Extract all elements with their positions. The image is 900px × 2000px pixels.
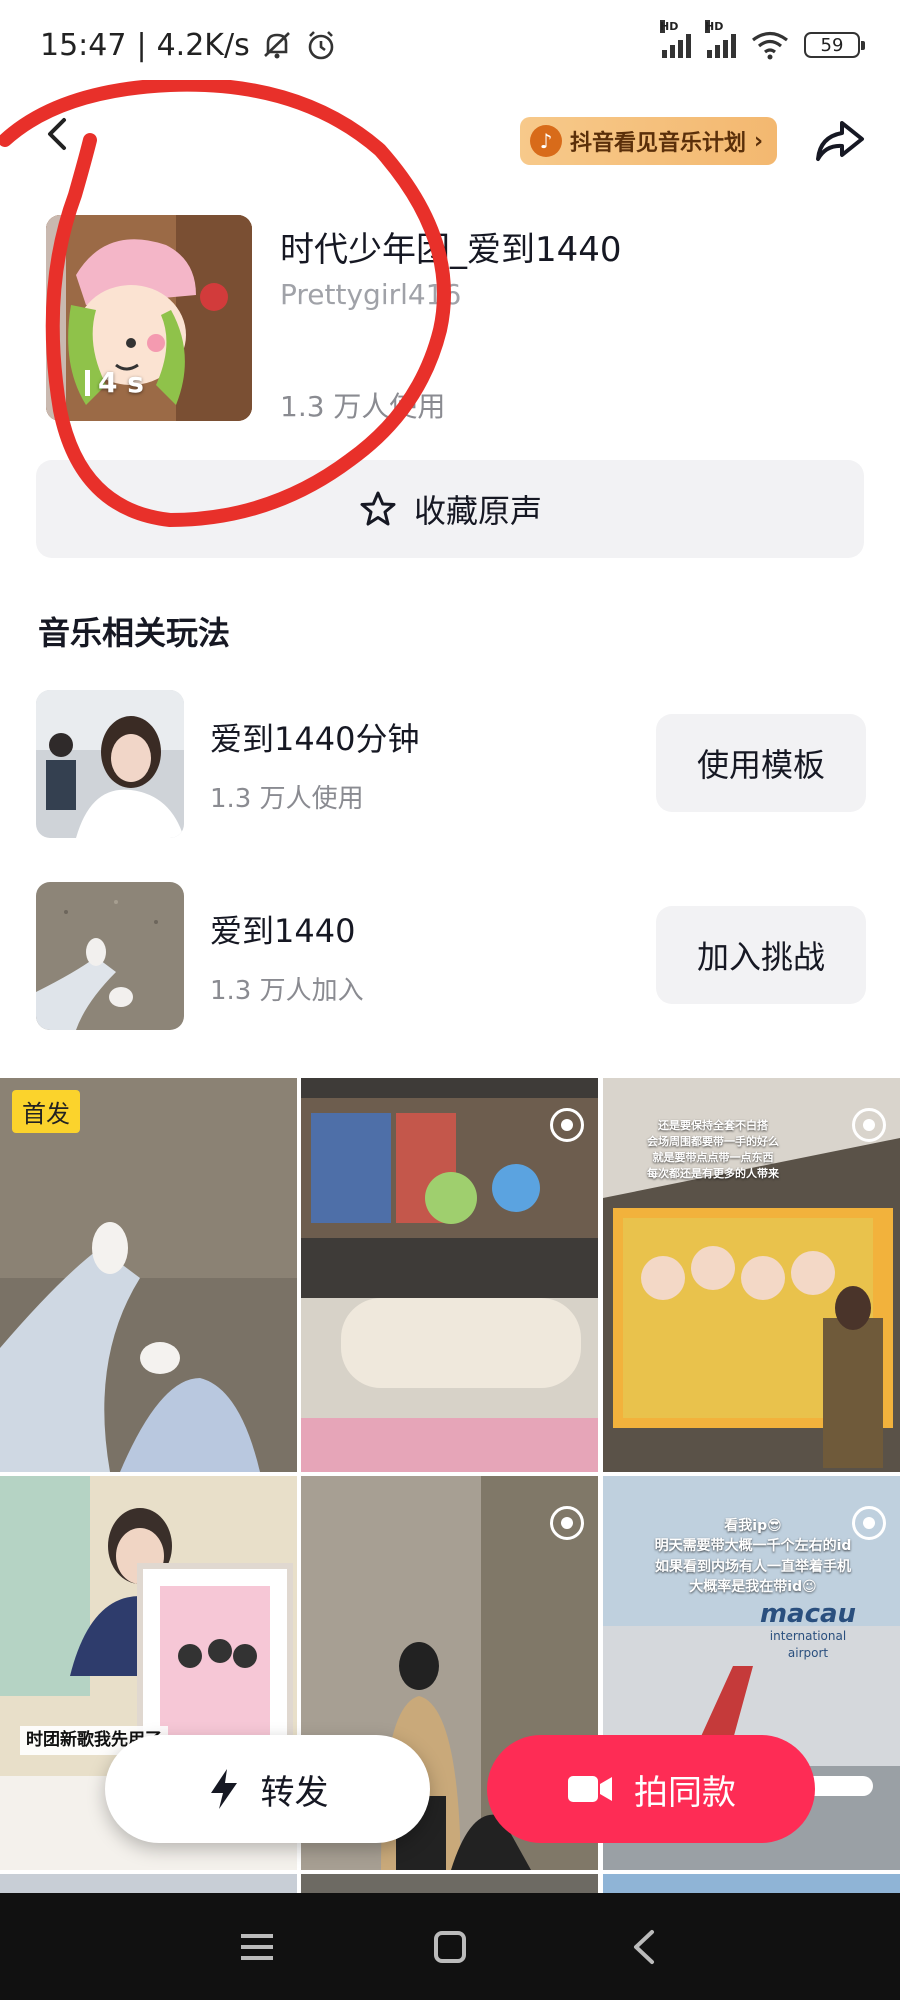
wifi-icon [752, 31, 788, 60]
battery-level: 59 [820, 34, 844, 56]
video-thumbnail [0, 1078, 297, 1472]
cover-illustration [46, 215, 252, 421]
battery-icon: 59 [804, 32, 865, 58]
top-bar: ♪ 抖音看见音乐计划 › [0, 105, 900, 175]
caption-line: 大概率是我在带id😉 [689, 1578, 817, 1595]
airport-sign: international airport [769, 1629, 847, 1661]
menu-nav-button[interactable] [227, 1917, 287, 1977]
alarm-icon [308, 31, 334, 60]
back-nav-button[interactable] [613, 1917, 673, 1977]
status-bar: 15:47 | 4.2K/s HD HD 59 [0, 0, 900, 90]
related-thumbnail [36, 690, 184, 838]
caption-line: 明天需要带大概一千个左右的id [654, 1538, 852, 1555]
music-title: 时代少年团_爱到1440 [280, 230, 622, 270]
caption-line: 每次都还是有更多的人带来 [647, 1166, 779, 1180]
related-thumb-image [36, 690, 184, 838]
related-subtitle: 1.3 万人加入 [210, 976, 364, 1006]
caption-line: 看我ip😎 [724, 1518, 782, 1534]
video-cell[interactable]: 还是要保持全套不白搭 会场周围都要带一手的好么 就是要带点点带一点东西 每次都还… [603, 1078, 900, 1472]
related-item-challenge[interactable]: 爱到1440 1.3 万人加入 加入挑战 [36, 882, 866, 1032]
caption-line: 还是要保持全套不白搭 [658, 1119, 768, 1132]
forward-button[interactable]: 转发 [105, 1735, 430, 1843]
related-item-template[interactable]: 爱到1440分钟 1.3 万人使用 使用模板 [36, 690, 866, 840]
music-author[interactable]: Prettygirl416 [280, 278, 461, 311]
favorite-sound-label: 收藏原声 [413, 492, 542, 530]
signal-hd-label: HD [660, 20, 679, 33]
network-speed: 4.2K/s [156, 27, 250, 63]
status-time: 15:47 [40, 27, 127, 63]
video-caption: 还是要保持全套不白搭 会场周围都要带一手的好么 就是要带点点带一点东西 每次都还… [623, 1118, 803, 1182]
join-challenge-button[interactable]: 加入挑战 [656, 906, 866, 1004]
shoot-same-button[interactable]: 拍同款 [487, 1735, 815, 1843]
lightning-icon [210, 1769, 237, 1809]
video-camera-icon [568, 1776, 612, 1802]
shoot-same-label: 拍同款 [634, 1772, 736, 1813]
menu-icon [240, 1933, 273, 1960]
mute-icon [263, 32, 290, 59]
use-template-button[interactable]: 使用模板 [656, 714, 866, 812]
star-icon [360, 491, 396, 526]
system-nav-bar [0, 1893, 900, 2000]
related-thumbnail [36, 882, 184, 1030]
back-button[interactable] [38, 113, 88, 163]
favorite-sound-button[interactable]: 收藏原声 [36, 460, 864, 558]
live-photo-icon [852, 1506, 886, 1540]
related-title: 爱到1440分钟 [210, 720, 420, 758]
back-nav-icon [634, 1929, 655, 1964]
chevron-right-icon: › [754, 128, 764, 154]
status-left: 15:47 | 4.2K/s [40, 28, 338, 63]
back-arrow-icon [48, 118, 66, 150]
live-photo-icon [550, 1108, 584, 1142]
first-release-tag: 首发 [12, 1090, 80, 1133]
related-section-title: 音乐相关玩法 [38, 614, 231, 652]
status-divider: | [136, 27, 147, 63]
video-cell[interactable] [301, 1078, 598, 1472]
share-icon [816, 121, 864, 161]
caption-line: 就是要带点点带一点东西 [652, 1150, 774, 1164]
live-photo-icon [550, 1506, 584, 1540]
related-thumb-image [36, 882, 184, 1030]
play-bar-icon [85, 369, 90, 396]
related-title: 爱到1440 [210, 912, 356, 950]
music-note-icon: ♪ [530, 125, 562, 157]
signal-icon: HD [660, 20, 691, 58]
music-plan-label: 抖音看见音乐计划 [570, 131, 747, 156]
video-cell[interactable]: 首发 [0, 1078, 297, 1472]
share-button[interactable] [812, 113, 868, 169]
music-cover[interactable]: 4 s [46, 215, 252, 421]
signal-hd-label-2: HD [705, 20, 724, 33]
related-subtitle: 1.3 万人使用 [210, 784, 364, 814]
home-nav-button[interactable] [420, 1917, 480, 1977]
video-caption: 看我ip😎 明天需要带大概一千个左右的id 如果看到内场有人一直举着手机 大概率… [643, 1516, 863, 1597]
status-right: HD HD 59 [660, 20, 865, 60]
live-photo-icon [852, 1108, 886, 1142]
duration-text: 4 s [98, 366, 144, 399]
music-usage-count: 1.3 万人使用 [280, 390, 446, 423]
video-thumbnail [301, 1078, 598, 1472]
caption-line: 会场周围都要带一手的好么 [647, 1134, 779, 1148]
home-square-icon [433, 1930, 466, 1963]
forward-label: 转发 [260, 1772, 329, 1813]
duration-badge: 4 s [84, 366, 144, 399]
signal-icon-2: HD [705, 20, 736, 58]
music-plan-banner[interactable]: ♪ 抖音看见音乐计划 › [520, 117, 778, 165]
caption-line: 如果看到内场有人一直举着手机 [655, 1558, 851, 1575]
